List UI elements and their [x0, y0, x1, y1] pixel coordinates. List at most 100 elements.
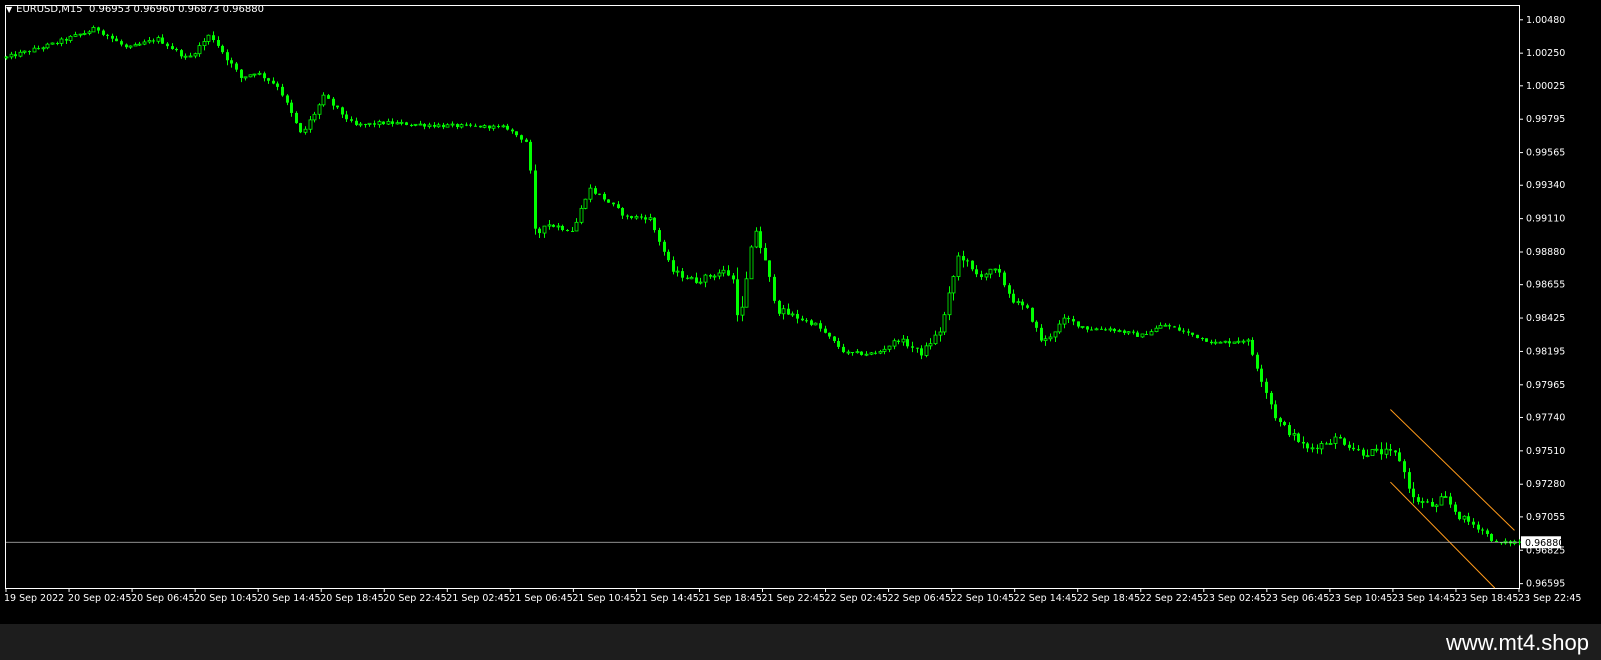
x-tick-label: 22 Sep 06:45	[888, 593, 951, 604]
candle-body-bull	[869, 352, 874, 355]
candle-body-bull	[864, 353, 869, 356]
candle-body-bear	[824, 328, 827, 333]
x-tick-label: 21 Sep 10:45	[572, 593, 635, 604]
candle-body-bull	[938, 331, 943, 336]
price-chart[interactable]: 0.96880 1.00480 1.00250 1.00025 0.99795 0.99…	[0, 0, 1601, 624]
candle-body-bear	[1348, 444, 1351, 448]
candle-body-bear	[1458, 511, 1461, 520]
candle-body-bear	[1408, 472, 1411, 489]
x-tick-label: 23 Sep 06:45	[1266, 593, 1329, 604]
candle-body-bull	[721, 269, 726, 274]
candle-body-bear	[355, 120, 358, 125]
candle-body-bear	[1123, 330, 1126, 333]
candle-body-bear	[276, 83, 279, 87]
y-tick-label: 0.96825	[1526, 545, 1565, 556]
candle-body-bear	[1256, 354, 1259, 369]
candle-body-bear	[1187, 331, 1190, 333]
candle-body-bear	[479, 125, 482, 128]
candle-body-bear	[212, 35, 215, 41]
candle-body-bull	[878, 351, 883, 354]
candle-body-bear	[911, 346, 914, 348]
candle-body-bull	[317, 104, 322, 115]
candle-body-bear	[382, 121, 385, 125]
x-tick-label: 20 Sep 14:45	[257, 593, 320, 604]
candle-body-bear	[658, 230, 661, 242]
y-tick-label: 0.99795	[1526, 114, 1565, 125]
candle-body-bull	[59, 38, 64, 44]
candle-body-bear	[525, 139, 528, 142]
candle-body-bear	[1279, 418, 1282, 423]
candle-body-bull	[648, 217, 653, 220]
candle-body-bull	[252, 73, 257, 76]
candle-body-bear	[341, 107, 344, 115]
candle-body-bear	[653, 217, 656, 231]
x-tick-label: 20 Sep 22:45	[383, 593, 446, 604]
candle-body-bull	[993, 268, 998, 271]
candle-body-bull	[1094, 328, 1099, 331]
candle-body-bear	[1274, 404, 1277, 419]
candle-body-bull	[579, 207, 584, 223]
chart-window[interactable]: 0.96880 1.00480 1.00250 1.00025 0.99795 0.99…	[0, 0, 1601, 624]
candle-body-bear	[681, 271, 684, 278]
candle-body-bear	[851, 352, 854, 354]
x-tick-label: 20 Sep 06:45	[131, 593, 194, 604]
candle-body-bear	[1031, 307, 1034, 322]
candle-body-bear	[1316, 447, 1319, 449]
candle-body-bear	[423, 124, 426, 127]
triangle-down-icon[interactable]: ▼	[6, 5, 12, 14]
candle-body-bear	[1191, 332, 1194, 335]
candle-body-bull	[78, 33, 83, 36]
candle-body-bull	[892, 340, 897, 347]
candle-body-bear	[327, 95, 330, 99]
candle-body-bear	[1090, 329, 1093, 331]
candle-body-bear	[410, 124, 413, 126]
candle-body-bull	[1420, 501, 1425, 503]
candle-body-bull	[1053, 331, 1058, 338]
candle-body-bear	[594, 188, 597, 194]
candle-body-bear	[975, 269, 978, 275]
candle-body-bear	[286, 95, 289, 103]
candle-body-bear	[603, 193, 606, 200]
price-channel[interactable]	[1390, 409, 1515, 589]
candle-body-bear	[515, 131, 518, 136]
candle-body-bull	[82, 33, 87, 35]
candle-body-bull	[942, 314, 947, 333]
candle-body-bear	[1490, 533, 1493, 541]
candle-body-bull	[887, 345, 892, 350]
candle-body-bull	[193, 53, 198, 57]
candle-body-bear	[175, 48, 178, 51]
candle-body-bull	[712, 275, 717, 278]
candle-body-bear	[332, 98, 335, 106]
candle-body-bear	[1380, 449, 1383, 455]
candle-body-bull	[436, 124, 441, 128]
candle-body-bear	[874, 352, 877, 354]
candle-body-bull	[501, 125, 506, 128]
candle-body-bear	[1417, 497, 1420, 502]
candle-body-bear	[672, 260, 675, 272]
candle-body-bull	[1434, 504, 1439, 507]
y-tick-label: 0.98425	[1526, 313, 1565, 324]
candle-body-bear	[433, 124, 436, 127]
candle-body-bear	[391, 121, 394, 124]
candle-body-bull	[1048, 336, 1053, 340]
candle-body-bear	[1265, 381, 1268, 393]
candle-body-bull	[1310, 447, 1315, 450]
candle-body-bear	[364, 124, 367, 126]
candle-body-bear	[1040, 327, 1043, 341]
candle-body-bull	[1241, 340, 1246, 343]
candle-body-bear	[1251, 339, 1254, 355]
x-tick-label: 23 Sep 22:45	[1518, 593, 1581, 604]
y-tick-label: 0.98195	[1526, 346, 1565, 357]
candle-body-bull	[367, 122, 372, 125]
candle-body-bear	[1260, 368, 1263, 382]
candle-body-bear	[336, 105, 339, 108]
x-tick-label: 21 Sep 18:45	[698, 593, 761, 604]
candle-body-bear	[65, 39, 68, 41]
candle-body-bull	[933, 334, 938, 345]
candle-body-bull	[9, 53, 14, 58]
candle-body-bear	[612, 202, 615, 205]
candle-body-bull	[91, 27, 96, 33]
candle-body-bull	[395, 122, 400, 125]
candle-body-bear	[120, 41, 123, 45]
candle-body-bull	[1218, 341, 1223, 344]
